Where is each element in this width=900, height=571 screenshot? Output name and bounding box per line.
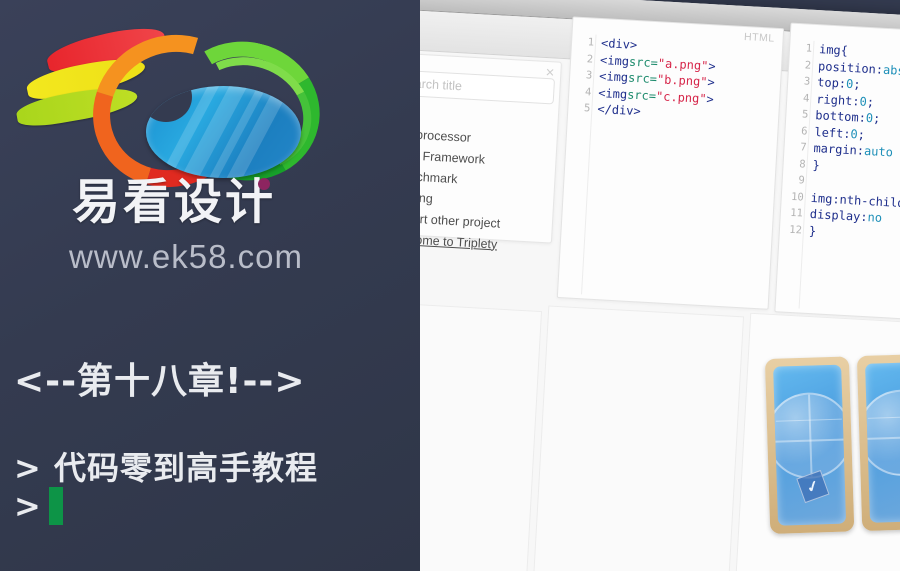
code-token: auto [863,144,894,160]
code-token: left: [814,124,851,141]
code-token: "b.png" [656,72,708,90]
logo-url: www.ek58.com [69,238,303,275]
line-number: 3 [585,69,593,82]
line-number: 8 [798,158,806,171]
globe-icon [865,388,900,478]
code-token: } [812,157,821,173]
code-token: > [706,91,715,107]
code-token: bottom: [815,108,867,126]
code-token: src= [628,54,659,70]
picture-frame: 5 [856,353,900,532]
code-token: src= [627,70,658,87]
line-number: 4 [584,85,592,99]
prompt-line: > [14,487,63,525]
line-number: 7 [799,141,807,154]
code-token: margin: [813,141,865,159]
code-token: <img [597,85,628,102]
preview-panel[interactable]: ✓ 5 [732,312,900,571]
code-token: right: [815,91,860,109]
lower-middle-panel[interactable] [530,305,745,571]
code-token: img{ [818,42,849,59]
css-editor-pane[interactable]: 1 img{2 position: abs 3 top: 0; 4 right: 0;… [774,22,900,324]
code-token: ; [852,77,861,92]
code-token: ; [866,94,875,110]
ek58-logo-icon [14,7,348,215]
code-token: } [808,223,817,239]
code-token: <img [599,52,630,69]
code-token: ; [872,111,881,126]
line-number: 4 [802,92,810,105]
code-token: "c.png" [655,88,707,106]
frame-image: ✓ [773,364,847,526]
line-number: 11 [789,207,804,220]
chapter-heading: <--第十八章!--> [14,361,306,402]
html-editor-pane[interactable]: HTML 1 <div> 2 <img src= "a.png" >3 <img src= "… [556,16,785,310]
code-token: no [867,210,883,226]
preview-artwork: ✓ 5 [764,352,900,549]
code-token: top: [816,75,847,91]
code-token: display: [809,207,868,225]
line-number: 12 [788,223,803,237]
line-number: 1 [805,42,813,56]
logo-wordmark: 易看设计 [72,174,277,230]
code-token: ; [857,127,866,142]
logo-eye-shape [146,86,301,178]
css-code-area[interactable]: 1 img{2 position: abs 3 top: 0; 4 right: 0;… [780,40,900,249]
code-token: </div> [597,102,642,119]
tagline: > 代码零到高手教程 [14,449,318,487]
code-token: abs [882,62,900,78]
line-number: 2 [804,59,812,72]
prompt-symbol: > [14,487,41,525]
frame-image: 5 [865,361,900,523]
line-number: 9 [798,174,806,187]
text-cursor [48,487,63,525]
line-number: 1 [587,36,595,49]
globe-icon [773,391,847,480]
picture-frame: ✓ [764,356,855,534]
line-number: 10 [790,190,805,204]
code-token: > [707,75,716,90]
code-token: "a.png" [657,55,709,73]
logo-accent-dot [258,178,270,190]
line-number: 6 [800,125,808,138]
promo-panel: 易看设计 www.ek58.com <--第十八章!--> > 代码零到高手教程… [0,0,420,571]
code-token: > [707,58,716,74]
line-number: 2 [586,52,594,66]
code-token: <div> [600,36,638,53]
screenshot-canvas: Welcome HTML CSS × search title [0,0,900,571]
line-number: 5 [801,108,809,121]
line-number: 3 [803,75,811,88]
html-code-area[interactable]: 1 <div> 2 <img src= "a.png" >3 <img src= "b.png… [568,33,782,127]
line-number: 5 [583,102,591,115]
code-token: <img [598,69,629,85]
code-token: src= [626,87,657,103]
